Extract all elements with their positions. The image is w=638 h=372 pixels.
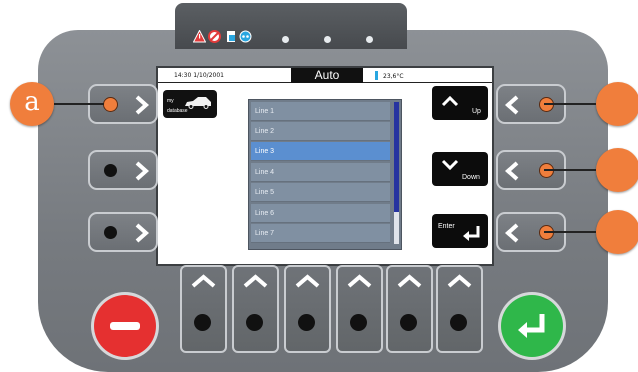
function-key-3[interactable] — [284, 265, 331, 353]
callout-right-1-leader — [544, 103, 596, 105]
status-led-1 — [282, 36, 289, 43]
function-key-6[interactable] — [436, 265, 483, 353]
left-key-1-dot — [104, 98, 117, 111]
callout-a: a — [10, 82, 54, 126]
list-item[interactable]: Line 6 — [251, 204, 390, 223]
list-item[interactable]: Line 1 — [251, 102, 390, 121]
chevron-up-icon — [447, 274, 472, 288]
status-led-2 — [324, 36, 331, 43]
list-item[interactable]: Line 2 — [251, 122, 390, 141]
cancel-button[interactable] — [94, 295, 156, 357]
status-time-date: 14:30 1/10/2001 — [174, 72, 224, 79]
enter-arrow-icon — [518, 314, 545, 338]
up-button[interactable]: Up — [432, 86, 488, 120]
chevron-right-icon — [135, 161, 150, 181]
chevron-up-icon — [397, 274, 422, 288]
callout-a-leader — [54, 103, 104, 105]
mode-indicator: Auto — [291, 68, 363, 83]
callout-right-2 — [596, 148, 638, 192]
line-list: Line 1 Line 2 Line 3 Line 4 Line 5 Line … — [248, 99, 402, 250]
status-bar: 14:30 1/10/2001 Auto 23,6°C — [158, 68, 492, 83]
list-item-selected[interactable]: Line 3 — [251, 142, 390, 161]
callout-right-3-leader — [544, 231, 596, 233]
indicator-strip — [175, 3, 407, 49]
car-icon — [185, 97, 211, 109]
enter-arrow-icon — [463, 226, 480, 241]
function-key-6-dot — [450, 314, 467, 331]
chevron-up-icon — [191, 274, 216, 288]
network-icon — [239, 30, 252, 43]
left-key-2[interactable] — [88, 150, 158, 190]
function-key-1[interactable] — [180, 265, 227, 353]
down-label: Down — [462, 174, 480, 181]
chevron-left-icon — [504, 161, 519, 181]
function-key-4-dot — [350, 314, 367, 331]
document-icon — [225, 30, 238, 43]
down-button[interactable]: Down — [432, 152, 488, 186]
chevron-right-icon — [135, 223, 150, 243]
minus-icon — [110, 322, 140, 330]
up-label: Up — [472, 108, 481, 115]
list-item[interactable]: Line 4 — [251, 163, 390, 182]
callout-right-1 — [596, 82, 638, 126]
callout-right-2-leader — [544, 169, 596, 171]
temperature-readout: 23,6°C — [375, 71, 404, 80]
left-key-3[interactable] — [88, 212, 158, 252]
database-label-line1: my — [167, 98, 174, 104]
function-key-1-dot — [194, 314, 211, 331]
list-scrollbar[interactable] — [394, 102, 399, 244]
scrollbar-thumb[interactable] — [394, 102, 399, 212]
function-key-3-dot — [298, 314, 315, 331]
left-key-3-dot — [104, 226, 117, 239]
chevron-left-icon — [504, 223, 519, 243]
chevron-left-icon — [504, 95, 519, 115]
my-database-button[interactable]: my database — [163, 90, 217, 118]
temperature-value: 23,6°C — [383, 73, 404, 80]
thermometer-icon — [375, 71, 378, 80]
function-key-5-dot — [400, 314, 417, 331]
no-entry-icon — [208, 30, 221, 43]
confirm-button[interactable] — [501, 295, 563, 357]
chevron-up-icon — [295, 274, 320, 288]
chevron-right-icon — [135, 95, 150, 115]
enter-button[interactable]: Enter — [432, 214, 488, 248]
function-key-2-dot — [246, 314, 263, 331]
warning-icon — [193, 30, 206, 43]
list-item[interactable]: Line 7 — [251, 224, 390, 243]
chevron-up-icon — [243, 274, 268, 288]
enter-label: Enter — [438, 223, 455, 230]
list-item[interactable]: Line 5 — [251, 183, 390, 202]
function-key-5[interactable] — [386, 265, 433, 353]
left-key-2-dot — [104, 164, 117, 177]
callout-right-3 — [596, 210, 638, 254]
function-key-2[interactable] — [232, 265, 279, 353]
function-key-4[interactable] — [336, 265, 383, 353]
chevron-down-icon — [441, 159, 459, 171]
chevron-up-icon — [347, 274, 372, 288]
status-led-3 — [366, 36, 373, 43]
chevron-up-icon — [441, 95, 459, 107]
